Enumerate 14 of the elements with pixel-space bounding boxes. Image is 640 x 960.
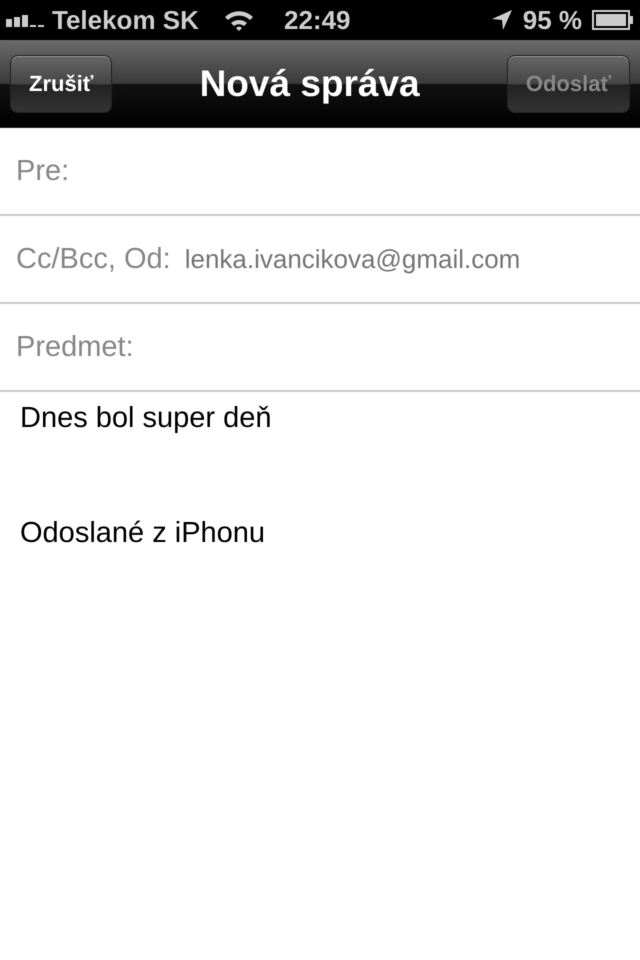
signal-icon: [6, 13, 46, 27]
battery-percentage: 95 %: [522, 4, 582, 36]
carrier-name: Telekom SK: [52, 4, 199, 36]
cancel-button[interactable]: Zrušiť: [10, 54, 112, 112]
field-label: Predmet:: [16, 330, 134, 364]
field-value[interactable]: lenka.ivancikova@gmail.com: [184, 244, 520, 274]
screen-title: Nová správa: [200, 62, 420, 104]
message-text: Dnes bol super deň: [20, 402, 272, 435]
location-arrow-icon: [490, 9, 513, 31]
field-label: Pre:: [16, 154, 70, 188]
field-label: Cc/Bcc, Od:: [16, 242, 171, 276]
battery-icon: [592, 10, 634, 30]
message-text: Odoslané z iPhonu: [20, 517, 266, 550]
clock-time: 22:49: [284, 4, 350, 36]
